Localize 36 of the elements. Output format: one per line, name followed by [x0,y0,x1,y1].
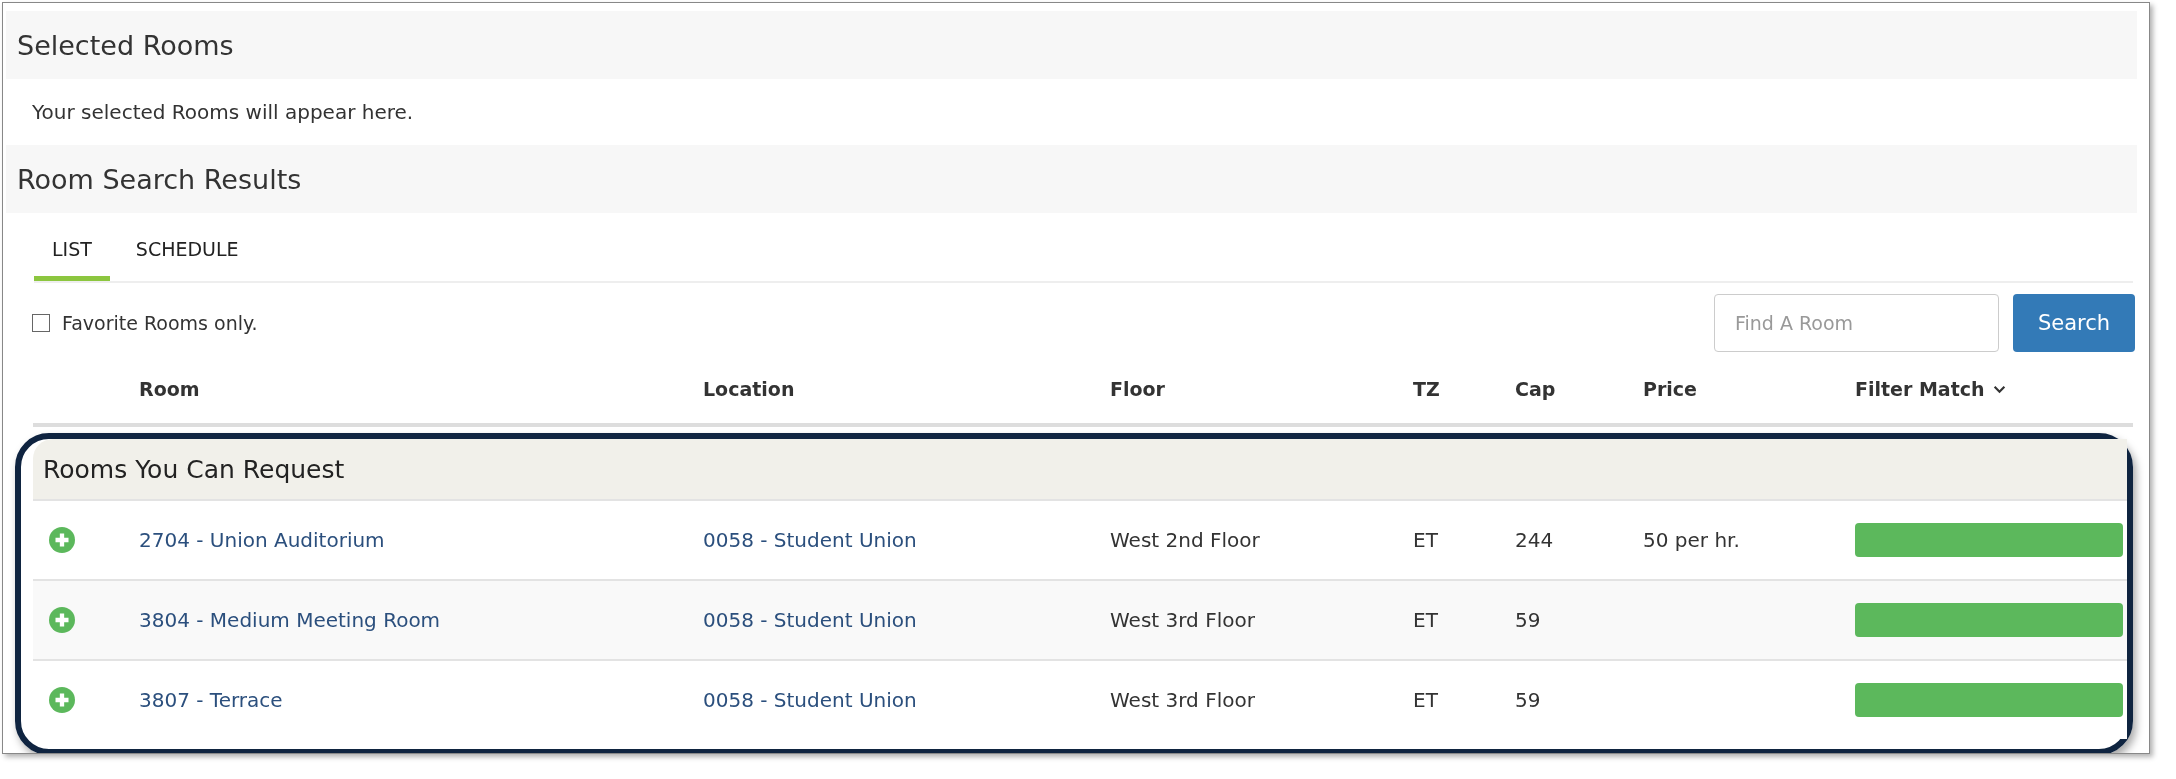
table-cell: 59 [1515,608,1541,632]
location-link[interactable]: 0058 - Student Union [703,608,917,632]
location-link[interactable]: 0058 - Student Union [703,688,917,712]
section-title: Selected Rooms [17,29,234,61]
column-header[interactable]: TZ [1413,378,1440,400]
table-cell: West 2nd Floor [1110,528,1260,552]
table-cell: 244 [1515,528,1554,552]
search-button[interactable]: Search [2013,294,2135,352]
checkbox-label: Favorite Rooms only. [62,312,258,334]
table-cell: ET [1413,608,1438,632]
view-tab[interactable]: LIST [34,221,110,281]
column-header[interactable]: Price [1643,378,1697,400]
table-cell: 50 per hr. [1643,528,1740,552]
table-cell: ET [1413,528,1438,552]
column-header[interactable]: Location [703,378,795,400]
add-icon[interactable] [49,527,75,553]
room-link[interactable]: 3807 - Terrace [139,688,283,712]
table-cell: West 3rd Floor [1110,608,1255,632]
table-cell: ET [1413,688,1438,712]
search-field[interactable]: Find A Room [1714,294,1999,352]
room-link[interactable]: 3804 - Medium Meeting Room [139,608,441,632]
column-header[interactable]: Room [139,378,200,400]
section-title: Room Search Results [17,163,302,195]
add-icon[interactable] [49,687,75,713]
location-link[interactable]: 0058 - Student Union [703,528,917,552]
empty-message: Your selected Rooms will appear here. [31,99,415,126]
column-header[interactable]: Floor [1110,378,1165,400]
column-header[interactable]: Cap [1515,378,1556,400]
add-icon[interactable] [49,607,75,633]
view-tab[interactable]: SCHEDULE [117,221,257,281]
favorites-checkbox[interactable] [32,314,50,332]
group-title: Rooms You Can Request [43,454,345,484]
table-cell: 59 [1515,688,1541,712]
table-cell: West 3rd Floor [1110,688,1255,712]
room-link[interactable]: 2704 - Union Auditorium [139,528,385,552]
column-header[interactable]: Filter Match [1855,378,2006,400]
